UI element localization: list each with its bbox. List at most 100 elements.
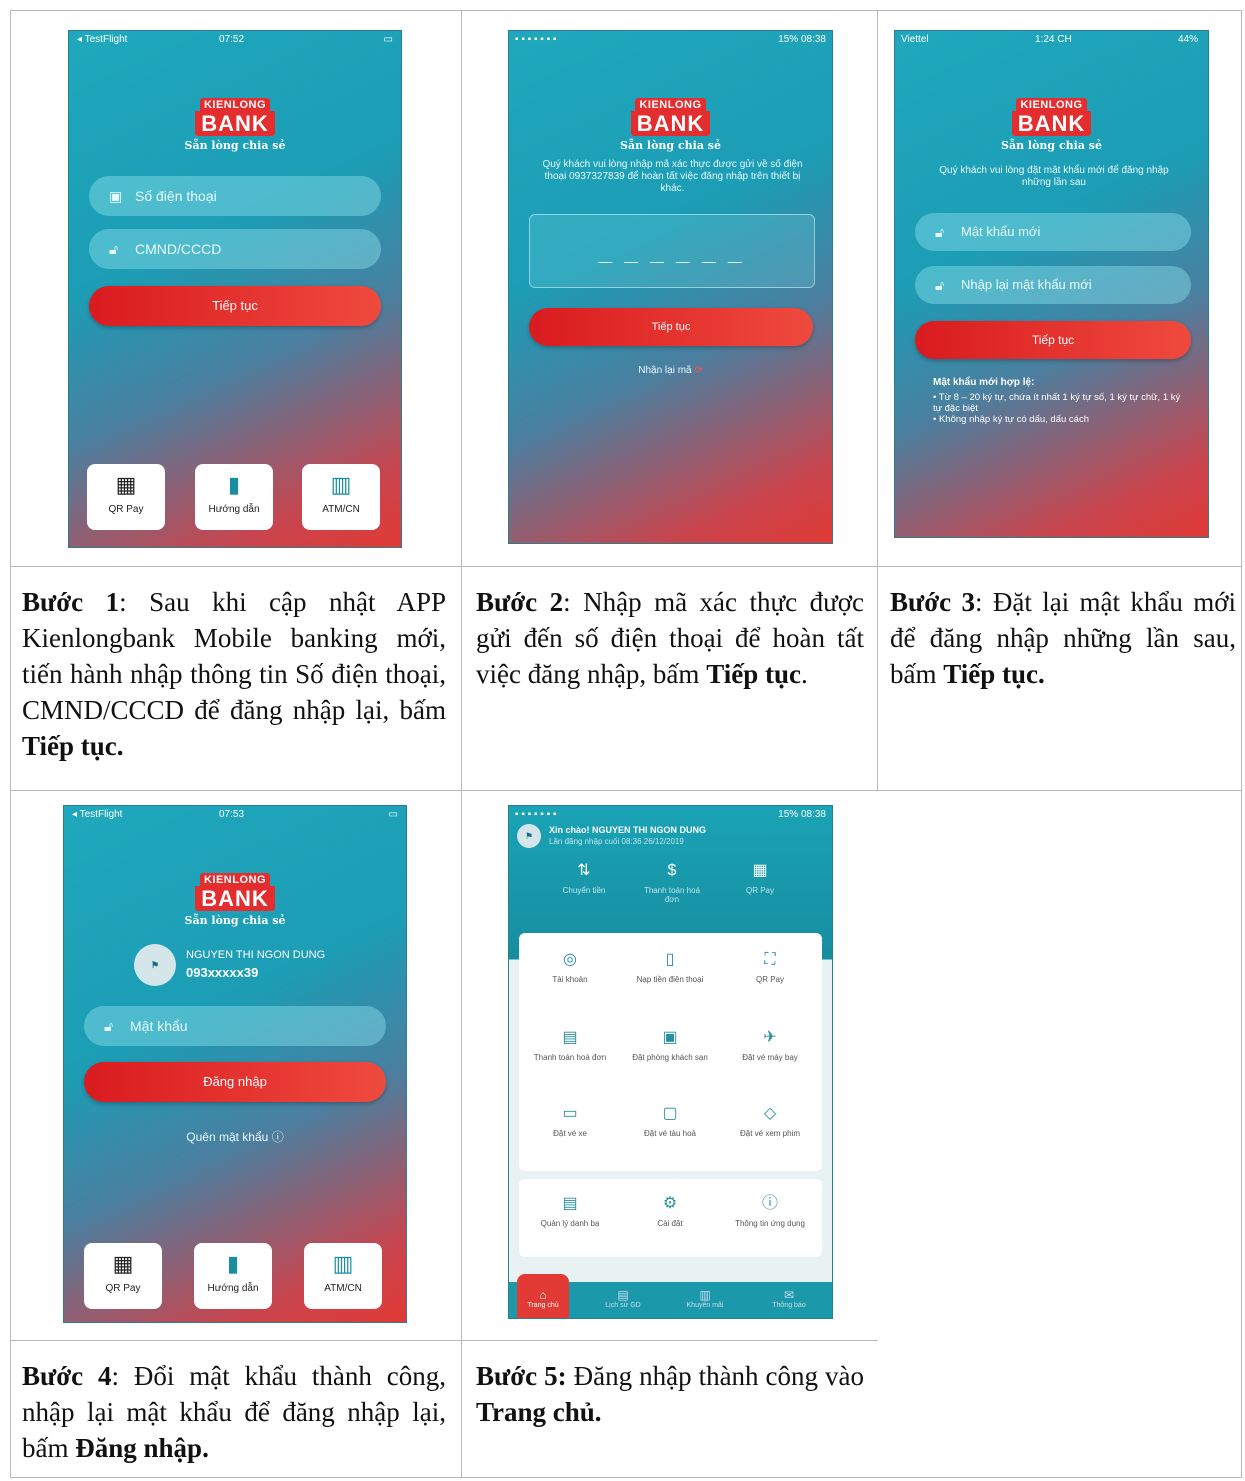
bill-payment-action[interactable]: $ Thanh toán hoá đơn [637, 862, 707, 904]
nav-promotions[interactable]: ▥ Khuyến mãi [675, 1288, 735, 1309]
id-number-field[interactable]: 🔓︎ CMND/CCCD [89, 229, 381, 269]
nav-home[interactable]: ⌂ Trang chủ [513, 1288, 573, 1309]
bus-icon: ▭ [562, 1105, 578, 1122]
tile-app-info[interactable]: ⓘ Thông tin ứng dụng [721, 1195, 819, 1228]
tile-bus[interactable]: ▭ Đặt vé xe [521, 1105, 619, 1138]
status-time: 07:53 [219, 809, 245, 820]
col-divider-2 [877, 10, 878, 790]
tile-bill[interactable]: ▤ Thanh toán hoá đơn [521, 1029, 619, 1062]
step4-action: Đăng nhập. [75, 1433, 209, 1463]
tile-contacts[interactable]: ▤ Quản lý danh bạ [521, 1195, 619, 1228]
atm-branch-button[interactable]: ▥ ATM/CN [302, 464, 380, 530]
phone-number-field[interactable]: ▣ Số điện thoại [89, 176, 381, 216]
clipboard-icon: ▤ [617, 1288, 629, 1302]
new-password-placeholder: Mật khẩu mới [961, 224, 1041, 239]
phone-screen-step3: Viettel 1:24 CH 44% KIENLONG BANK Sẵn lò… [894, 30, 1209, 538]
location-icon: ▥ [330, 472, 352, 497]
status-carrier: ◂ TestFlight [72, 809, 123, 820]
tile-topup[interactable]: ▯ Nạp tiền điện thoại [621, 951, 719, 984]
step4-label: Bước 4 [22, 1361, 112, 1391]
password-field[interactable]: 🔓︎ Mật khẩu [84, 1006, 386, 1046]
phone-screen-step5: ▪ ▪ ▪ ▪ ▪ ▪ ▪ 15% 08:38 ⚑ Xin chào! NGUY… [508, 805, 833, 1319]
password-instruction: Quý khách vui lòng đặt mật khẩu mới để đ… [939, 165, 1169, 188]
resend-code-link[interactable]: Nhận lại mã ⟳ [509, 365, 832, 377]
qr-pay-button[interactable]: ▦ QR Pay [87, 464, 165, 530]
continue-button[interactable]: Tiếp tục [915, 321, 1191, 359]
transfer-action[interactable]: ⇅ Chuyển tiền [549, 862, 619, 895]
qr-pay-label: QR Pay [108, 504, 144, 515]
lock-icon: 🔓︎ [109, 241, 119, 257]
phone-screen-step1: ◂ TestFlight 07:52 ▭ KIENLONG BANK Sẵn l… [68, 30, 402, 548]
guide-button[interactable]: ▮ Hướng dẫn [195, 464, 273, 530]
book-icon: ▮ [227, 472, 241, 497]
tile-flight[interactable]: ✈ Đặt vé máy bay [721, 1029, 819, 1062]
status-bar: ◂ TestFlight 07:53 ▭ [64, 806, 406, 822]
password-rules: Mật khẩu mới hợp lệ: • Từ 8 – 20 ký tự, … [933, 377, 1183, 425]
resend-code-label: Nhận lại mã [638, 365, 692, 376]
kienlongbank-logo: KIENLONG BANK Sẵn lòng chia sẻ [69, 95, 401, 152]
step2-label: Bước 2 [476, 587, 564, 617]
confirm-password-field[interactable]: 🔓︎ Nhập lại mật khẩu mới [915, 266, 1191, 304]
settings-card: ▤ Quản lý danh bạ ⚙ Cài đặt ⓘ Thông tin ứng… [519, 1179, 822, 1257]
book-icon: ▮ [226, 1251, 240, 1276]
status-icons: ▪ ▪ ▪ ▪ ▪ ▪ ▪ [515, 809, 557, 820]
bill-icon: $ [667, 862, 677, 879]
row-divider-3 [10, 1340, 878, 1341]
confirm-password-placeholder: Nhập lại mật khẩu mới [961, 277, 1092, 292]
otp-instruction: Quý khách vui lòng nhập mã xác thực được… [542, 159, 803, 194]
qr-icon: ▦ [115, 472, 137, 497]
kienlongbank-logo: KIENLONG BANK Sẵn lòng chia sẻ [509, 95, 832, 152]
guide-button[interactable]: ▮ Hướng dẫn [194, 1243, 272, 1309]
tagline: Sẵn lòng chia sẻ [1001, 139, 1102, 152]
refresh-icon: ⟳ [694, 365, 703, 376]
caption-step4: Bước 4: Đổi mật khẩu thành công, nhập lạ… [22, 1358, 446, 1466]
continue-button[interactable]: Tiếp tục [89, 286, 381, 326]
status-battery: 44% [1177, 34, 1198, 45]
nav-history[interactable]: ▤ Lịch sử GD [593, 1288, 653, 1309]
caption-step3: Bước 3: Đặt lại mật khẩu mới để đăng nhậ… [890, 584, 1236, 692]
atm-branch-button[interactable]: ▥ ATM/CN [304, 1243, 382, 1309]
phone-screen-step4: ◂ TestFlight 07:53 ▭ KIENLONG BANK Sẵn l… [63, 805, 407, 1323]
step1-action: Tiếp tục. [22, 731, 124, 761]
login-button[interactable]: Đăng nhập [84, 1062, 386, 1102]
hotel-icon: ▣ [662, 1029, 678, 1046]
train-icon: ▢ [662, 1105, 678, 1122]
lock-icon: 🔓︎ [935, 224, 945, 240]
gift-icon: ▥ [699, 1288, 711, 1302]
password-placeholder: Mật khẩu [130, 1018, 188, 1034]
tile-account[interactable]: ◎ Tài khoản [521, 951, 619, 984]
status-time: 15% 08:38 [778, 34, 826, 45]
user-name: NGUYEN THI NGON DUNG [186, 949, 326, 961]
tile-hotel[interactable]: ▣ Đặt phòng khách sạn [621, 1029, 719, 1062]
user-icon: ◎ [563, 951, 577, 968]
info-icon: ⓘ [761, 1195, 778, 1212]
lock-icon: 🔓︎ [104, 1018, 114, 1034]
battery-icon: ▭ [388, 809, 398, 820]
status-bar: ▪ ▪ ▪ ▪ ▪ ▪ ▪ 15% 08:38 [509, 806, 832, 822]
qr-icon: ▦ [112, 1251, 134, 1276]
logo-text-bank: BANK [64, 886, 406, 911]
forgot-password-label: Quên mật khẩu [186, 1130, 269, 1144]
battery-icon: ▭ [383, 34, 393, 45]
qr-pay-button[interactable]: ▦ QR Pay [84, 1243, 162, 1309]
tile-movie[interactable]: ◇ Đặt vé xem phim [721, 1105, 819, 1138]
new-password-field[interactable]: 🔓︎ Mật khẩu mới [915, 213, 1191, 251]
row-divider-1 [10, 566, 1242, 567]
guide-label: Hướng dẫn [207, 1283, 259, 1294]
status-carrier: Viettel [901, 34, 929, 45]
plane-icon: ✈ [763, 1029, 777, 1046]
qr-pay-action[interactable]: ▦ QR Pay [725, 862, 795, 895]
tagline: Sẵn lòng chia sẻ [184, 139, 286, 152]
status-time: 07:52 [219, 34, 245, 45]
tile-settings[interactable]: ⚙ Cài đặt [621, 1195, 719, 1228]
step1-label: Bước 1 [22, 587, 120, 617]
tile-train[interactable]: ▢ Đặt vé tàu hoả [621, 1105, 719, 1138]
scan-icon: ⛶ [764, 951, 776, 968]
continue-button[interactable]: Tiếp tục [529, 308, 813, 346]
tile-qr-pay[interactable]: ⛶ QR Pay [721, 951, 819, 984]
otp-input-box[interactable]: — — — — — — [529, 214, 815, 288]
forgot-password-link[interactable]: Quên mật khẩu ⓘ [64, 1131, 406, 1143]
nav-notifications[interactable]: ✉ Thông báo [759, 1288, 819, 1309]
help-icon: ⓘ [271, 1130, 284, 1144]
qr-icon: ▦ [752, 862, 768, 879]
